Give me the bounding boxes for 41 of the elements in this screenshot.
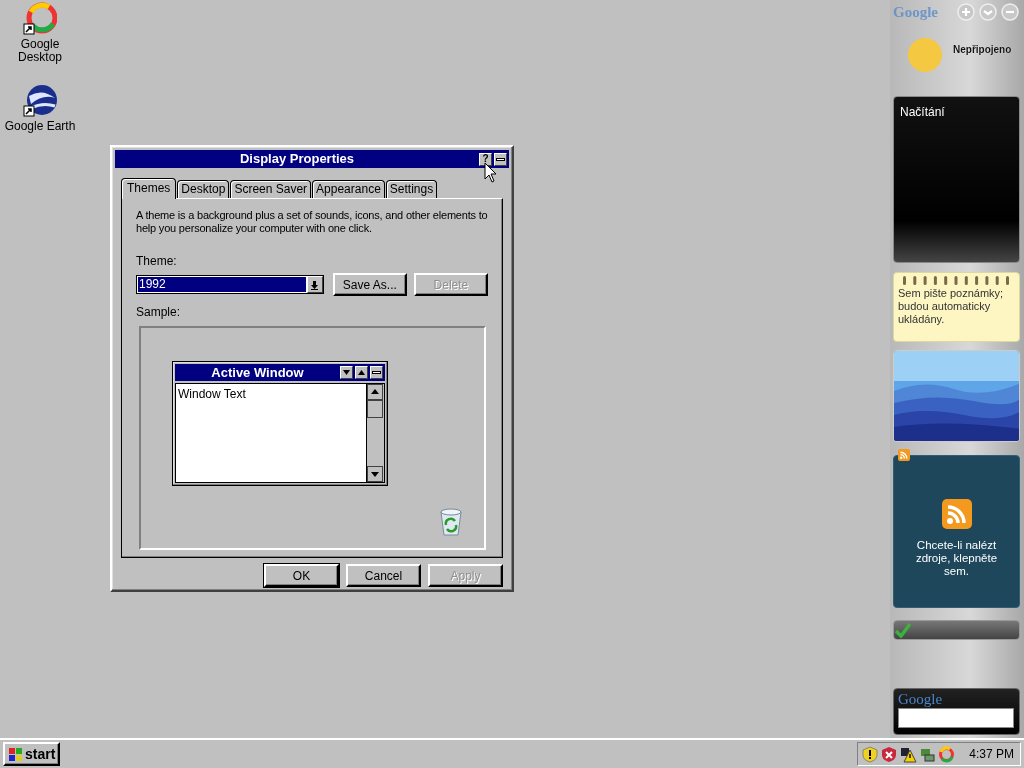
icon-label[interactable]: Google Earth bbox=[4, 120, 76, 133]
recycle-bin-icon bbox=[437, 506, 465, 536]
window-title: Active Window bbox=[210, 363, 305, 382]
shield-error-icon[interactable] bbox=[881, 745, 899, 763]
icon-label[interactable]: Google Desktop bbox=[0, 38, 80, 64]
rss-icon bbox=[898, 449, 910, 461]
swirl-icon[interactable] bbox=[938, 745, 956, 763]
clock: 4:37 PM bbox=[969, 746, 1014, 763]
globe-shortcut-icon[interactable] bbox=[23, 84, 57, 118]
tab[interactable]: Desktop bbox=[177, 180, 230, 198]
tab[interactable]: Themes bbox=[121, 178, 177, 199]
flag-icon bbox=[8, 746, 24, 762]
sun-icon bbox=[907, 37, 943, 73]
tab[interactable]: Appearance bbox=[312, 180, 385, 198]
weather-status: Nepřipojeno bbox=[953, 43, 1012, 57]
start-button[interactable]: start bbox=[3, 742, 61, 766]
dialog-button[interactable]: OK bbox=[264, 564, 339, 587]
loading-text: Načítání bbox=[899, 104, 946, 121]
mouse-cursor-icon bbox=[484, 162, 498, 184]
shield-warning-icon[interactable] bbox=[862, 745, 880, 763]
search-field[interactable] bbox=[898, 708, 1014, 728]
feed-message[interactable]: Chcete-li nalézt zdroje, klepněte sem. bbox=[894, 539, 1019, 578]
note-text[interactable]: Sem pište poznámky; budou automaticky ukládány. bbox=[898, 287, 1015, 326]
down-arrow-icon bbox=[310, 279, 320, 290]
field-label: Sample: bbox=[136, 304, 182, 321]
swirl-shortcut-icon[interactable] bbox=[23, 2, 57, 36]
dialog-button[interactable]: Cancel bbox=[346, 564, 421, 587]
rss-icon[interactable] bbox=[941, 499, 972, 529]
network-warning-icon[interactable] bbox=[900, 745, 918, 763]
tab[interactable]: Screen Saver bbox=[230, 180, 312, 198]
window-text: Window Text bbox=[177, 386, 247, 403]
tab[interactable]: Settings bbox=[385, 180, 438, 198]
check-icon bbox=[894, 622, 912, 639]
dash-icon bbox=[496, 155, 505, 163]
theme-dropdown[interactable]: 1992 bbox=[136, 275, 324, 294]
theme-button[interactable]: Save As... bbox=[332, 273, 407, 296]
description-text: A theme is a background plus a set of sounds, icons, and other elements to help you personalize your computer with one click. bbox=[136, 209, 489, 235]
field-label: Theme: bbox=[136, 253, 178, 270]
window-title: Display Properties bbox=[238, 150, 356, 169]
logo-text: Google bbox=[898, 690, 944, 708]
logo-text: Google bbox=[893, 4, 938, 21]
